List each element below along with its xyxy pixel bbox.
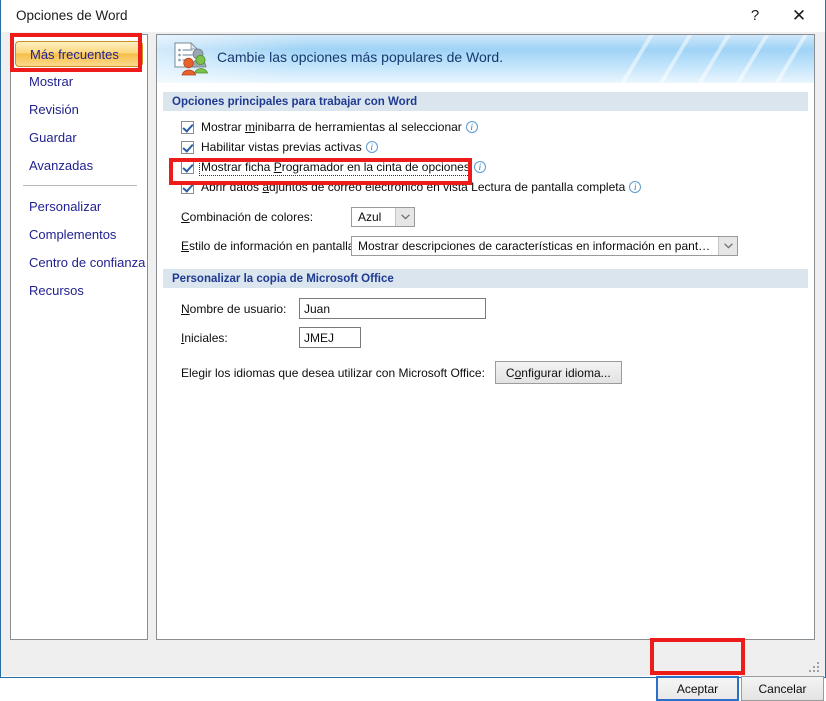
form-row-initials: Iniciales: JMEJ — [157, 327, 814, 348]
dropdown-screentip-style[interactable]: Mostrar descripciones de características… — [351, 236, 738, 256]
option-row-minibar[interactable]: Mostrar minibarra de herramientas al sel… — [157, 117, 814, 137]
sidebar-item-complementos[interactable]: Complementos — [11, 220, 147, 248]
option-label-developer-tab: Mostrar ficha Programador en la cinta de… — [199, 158, 472, 176]
option-label-live-preview: Habilitar vistas previas activas — [201, 140, 362, 154]
sidebar-item-centro-de-confianza[interactable]: Centro de confianza — [11, 248, 147, 276]
sidebar-item-label: Revisión — [29, 101, 79, 117]
option-row-open-attachments[interactable]: Abrir datos adjuntos de correo electróni… — [157, 177, 814, 197]
sidebar-item-mas-frecuentes[interactable]: Más frecuentes — [15, 41, 143, 67]
label-color-scheme: Combinación de colores: — [181, 210, 314, 224]
label-language: Elegir los idiomas que desea utilizar co… — [181, 365, 485, 380]
info-icon[interactable]: i — [473, 161, 486, 173]
sidebar-item-label: Personalizar — [29, 198, 102, 214]
info-icon[interactable]: i — [465, 121, 478, 133]
sidebar-item-label: Centro de confianza — [29, 254, 146, 270]
sidebar-item-avanzadas[interactable]: Avanzadas — [11, 151, 147, 179]
options-main-panel: Cambie las opciones más populares de Wor… — [156, 34, 815, 640]
info-icon[interactable]: i — [629, 181, 642, 193]
option-row-developer-tab[interactable]: Mostrar ficha Programador en la cinta de… — [157, 157, 814, 177]
label-screentip-style: Estilo de información en pantalla: — [181, 239, 358, 253]
chevron-down-icon — [395, 208, 414, 226]
panel-banner: Cambie las opciones más populares de Wor… — [157, 35, 814, 83]
sidebar-item-label: Más frecuentes — [30, 46, 119, 62]
info-icon[interactable]: i — [365, 141, 378, 153]
sidebar-item-label: Guardar — [29, 129, 77, 145]
label-initials: Iniciales: — [181, 330, 228, 345]
close-button[interactable]: ✕ — [777, 0, 821, 31]
form-row-screentip-style: Estilo de información en pantalla: Mostr… — [157, 236, 814, 256]
section-header-main-options: Opciones principales para trabajar con W… — [163, 92, 808, 111]
form-row-username: Nombre de usuario: Juan — [157, 298, 814, 319]
checkbox-enable-live-preview[interactable] — [181, 140, 194, 154]
dropdown-color-scheme-value: Azul — [358, 210, 382, 224]
sidebar-item-personalizar[interactable]: Personalizar — [11, 192, 147, 220]
sidebar-divider — [23, 185, 137, 186]
option-label-open-attachments: Abrir datos adjuntos de correo electróni… — [201, 180, 626, 194]
sidebar-item-label: Avanzadas — [29, 157, 94, 173]
sidebar-item-mostrar[interactable]: Mostrar — [11, 67, 147, 95]
sidebar-item-recursos[interactable]: Recursos — [11, 276, 147, 304]
dropdown-color-scheme[interactable]: Azul — [351, 207, 415, 227]
resize-grip[interactable] — [809, 661, 821, 673]
sidebar-item-revision[interactable]: Revisión — [11, 95, 147, 123]
checkbox-show-minibar[interactable] — [181, 120, 194, 134]
dropdown-screentip-style-value: Mostrar descripciones de características… — [358, 239, 717, 253]
option-row-live-preview[interactable]: Habilitar vistas previas activas i — [157, 137, 814, 157]
form-row-color-scheme: Combinación de colores: Azul — [157, 207, 814, 227]
cancel-button[interactable]: Cancelar — [741, 676, 824, 701]
form-row-language: Elegir los idiomas que desea utilizar co… — [157, 361, 814, 384]
word-options-dialog: Opciones de Word ? ✕ Más frecuentes Most… — [0, 0, 826, 701]
sidebar-item-label: Mostrar — [29, 73, 74, 89]
title-bar: Opciones de Word ? ✕ — [1, 0, 825, 32]
sidebar-item-label: Complementos — [29, 226, 117, 242]
section-header-personalize: Personalizar la copia de Microsoft Offic… — [163, 269, 808, 288]
sidebar-item-guardar[interactable]: Guardar — [11, 123, 147, 151]
configure-language-button[interactable]: Co nfigurar idioma... — [494, 361, 622, 384]
checkbox-open-attachments-fullscreen[interactable] — [181, 180, 194, 194]
help-button[interactable]: ? — [733, 0, 777, 31]
option-label-minibar: Mostrar minibarra de herramientas al sel… — [201, 120, 462, 134]
ok-button[interactable]: Aceptar — [656, 676, 739, 701]
input-username[interactable]: Juan — [299, 298, 486, 319]
sidebar-item-label: Recursos — [29, 282, 84, 298]
options-people-icon — [171, 41, 209, 77]
dialog-body: Más frecuentes Mostrar Revisión Guardar … — [1, 32, 825, 701]
category-sidebar: Más frecuentes Mostrar Revisión Guardar … — [10, 34, 148, 640]
banner-title: Cambie las opciones más populares de Wor… — [217, 49, 504, 65]
window-title: Opciones de Word — [16, 8, 128, 23]
checkbox-show-developer-tab[interactable] — [181, 160, 194, 174]
chevron-down-icon — [718, 237, 737, 255]
input-initials[interactable]: JMEJ — [299, 327, 361, 348]
label-username: Nombre de usuario: — [181, 301, 287, 316]
